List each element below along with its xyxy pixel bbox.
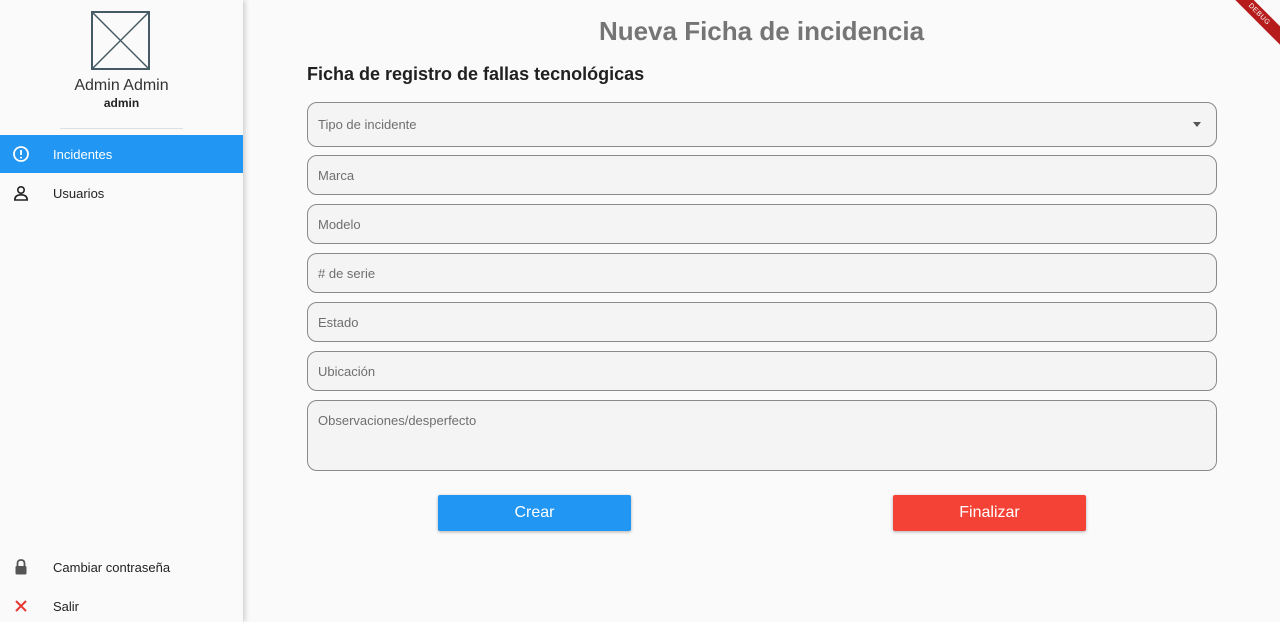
sidebar-item-salir[interactable]: Salir [0, 587, 243, 622]
sidebar: Admin Admin admin Incidentes Usuarios Ca… [0, 0, 243, 622]
marca-field-box [307, 155, 1217, 195]
sidebar-item-label: Incidentes [53, 146, 113, 162]
alert-circle-icon [12, 145, 30, 163]
serie-input[interactable] [308, 254, 1216, 292]
ubicacion-input[interactable] [308, 352, 1216, 390]
observaciones-textarea[interactable] [308, 401, 1216, 470]
observaciones-field-box [307, 400, 1217, 471]
close-icon [12, 597, 30, 615]
crear-button[interactable]: Crear [438, 495, 631, 531]
form-title: Ficha de registro de fallas tecnológicas [307, 64, 645, 84]
lock-icon [12, 558, 30, 576]
user-name: Admin Admin [74, 77, 169, 94]
estado-field-box [307, 302, 1217, 342]
serie-field-box [307, 253, 1217, 293]
ubicacion-field-box [307, 351, 1217, 391]
modelo-field-box [307, 204, 1217, 244]
sidebar-item-label: Salir [53, 598, 80, 614]
sidebar-item-cambiar-contrasena[interactable]: Cambiar contraseña [0, 548, 243, 586]
dropdown-arrow-icon [1193, 122, 1201, 127]
avatar-placeholder-icon [91, 11, 150, 70]
sidebar-item-incidentes[interactable]: Incidentes [0, 135, 243, 173]
sidebar-item-usuarios[interactable]: Usuarios [0, 174, 243, 212]
modelo-input[interactable] [308, 205, 1216, 243]
sidebar-divider [60, 128, 183, 129]
estado-input[interactable] [308, 303, 1216, 341]
sidebar-item-label: Cambiar contraseña [53, 559, 171, 575]
tipo-incidente-placeholder: Tipo de incidente [318, 117, 417, 132]
finalizar-button[interactable]: Finalizar [893, 495, 1086, 531]
user-login: admin [103, 96, 140, 110]
tipo-incidente-select[interactable]: Tipo de incidente [307, 102, 1217, 147]
person-icon [12, 184, 30, 202]
sidebar-item-label: Usuarios [53, 185, 105, 201]
page-title: Nueva Ficha de incidencia [598, 16, 925, 46]
marca-input[interactable] [308, 156, 1216, 194]
